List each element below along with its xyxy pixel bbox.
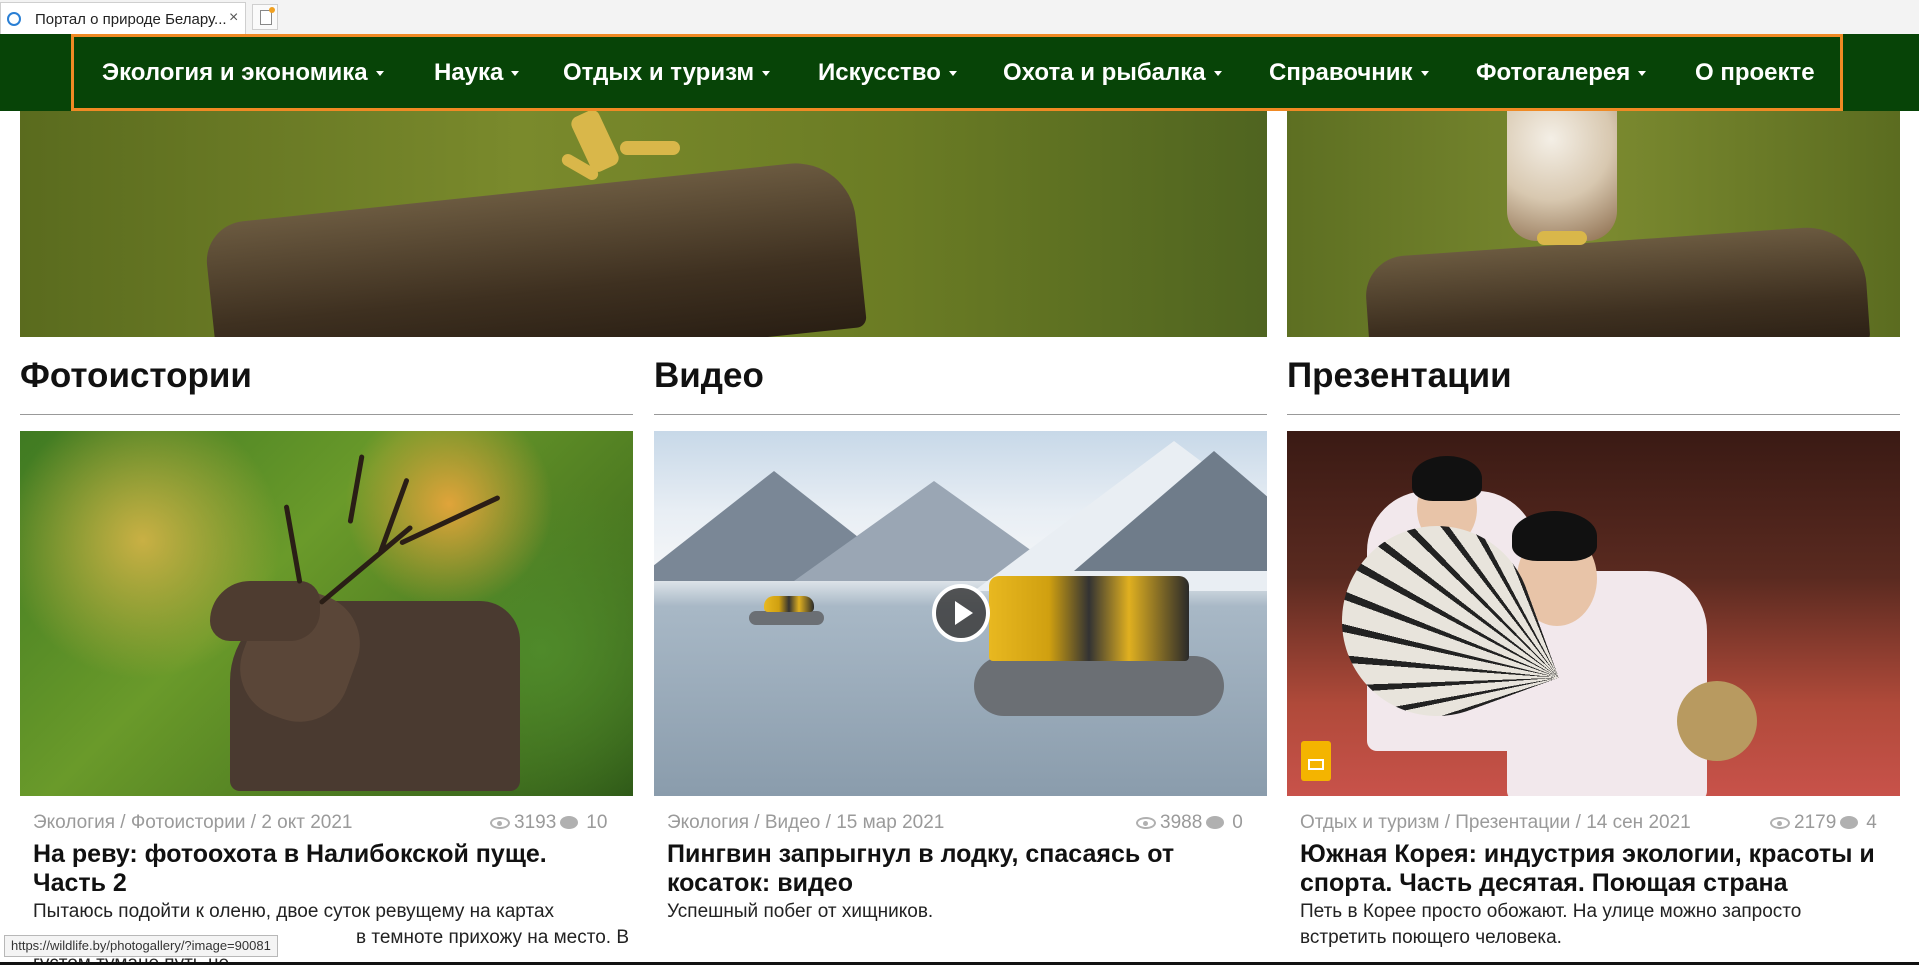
caret-down-icon bbox=[1420, 71, 1429, 77]
ie-favicon-icon bbox=[7, 12, 21, 26]
views-count: 3193 bbox=[514, 812, 557, 833]
card-title[interactable]: На реву: фотоохота в Налибокской пуще. Ч… bbox=[33, 840, 623, 898]
card-meta: Экология / Фотоистории / 2 окт 2021 bbox=[33, 812, 353, 833]
caret-down-icon bbox=[1638, 71, 1647, 77]
card-meta: Экология / Видео / 15 мар 2021 bbox=[667, 812, 945, 833]
zodiac-boat-shape bbox=[974, 656, 1224, 716]
status-bar-url: https://wildlife.by/photogallery/?image=… bbox=[4, 935, 278, 957]
card-title[interactable]: Южная Корея: индустрия экологии, красоты… bbox=[1300, 840, 1890, 898]
card-meta: Отдых и туризм / Презентации / 14 сен 20… bbox=[1300, 812, 1691, 833]
log-shape bbox=[202, 157, 868, 337]
tab-close-icon[interactable]: × bbox=[229, 9, 238, 27]
comment-icon bbox=[560, 816, 579, 830]
nav-item-label: Охота и рыбалка bbox=[1003, 59, 1206, 86]
nav-item-art[interactable]: Искусство bbox=[818, 59, 957, 87]
nav-item-reference[interactable]: Справочник bbox=[1269, 59, 1429, 87]
card-image-deer[interactable] bbox=[20, 431, 633, 796]
bird-claw-shape bbox=[620, 141, 680, 155]
browser-tab-title: Портал о природе Белару... bbox=[35, 11, 227, 28]
small-boat-people-shape bbox=[764, 596, 814, 612]
eye-icon bbox=[1770, 816, 1790, 829]
hero-image-hawk-on-log[interactable] bbox=[20, 111, 1267, 337]
cymbal-shape bbox=[1677, 681, 1757, 761]
caret-down-icon bbox=[511, 71, 520, 77]
nav-item-label: Экология и экономика bbox=[102, 59, 368, 86]
card-image-korea-presentation[interactable] bbox=[1287, 431, 1900, 796]
card-title[interactable]: Пингвин запрыгнул в лодку, спасаясь от к… bbox=[667, 840, 1257, 898]
new-tab-button[interactable] bbox=[252, 4, 278, 30]
card-description: Пытаюсь подойти к оленю, двое суток реву… bbox=[33, 901, 555, 922]
mountain-shape bbox=[1074, 451, 1267, 571]
section-title-photostories[interactable]: Фотоистории bbox=[20, 356, 252, 396]
eye-icon bbox=[1136, 816, 1156, 829]
browser-tab-strip: Портал о природе Белару... × bbox=[0, 0, 1919, 35]
comments-count: 4 bbox=[1866, 812, 1877, 833]
bird-body-shape bbox=[1507, 111, 1617, 241]
section-title-presentations[interactable]: Презентации bbox=[1287, 356, 1512, 396]
nav-item-label: О проекте bbox=[1695, 59, 1815, 86]
comments-count: 10 bbox=[586, 812, 608, 833]
nav-item-leisure-tourism[interactable]: Отдых и туризм bbox=[563, 59, 771, 87]
card-image-penguin-video[interactable] bbox=[654, 431, 1267, 796]
nav-item-photogallery[interactable]: Фотогалерея bbox=[1476, 59, 1647, 87]
deer-head-shape bbox=[210, 581, 320, 641]
eye-icon bbox=[490, 816, 510, 829]
caret-down-icon bbox=[948, 71, 957, 77]
caret-down-icon bbox=[1213, 71, 1222, 77]
zodiac-people-shape bbox=[989, 576, 1189, 661]
nav-item-science[interactable]: Наука bbox=[434, 59, 520, 87]
play-icon[interactable] bbox=[932, 584, 990, 642]
comment-icon bbox=[1206, 816, 1225, 830]
nav-item-ecology-economy[interactable]: Экология и экономика bbox=[102, 59, 384, 87]
nav-item-label: Искусство bbox=[818, 59, 941, 86]
caret-down-icon bbox=[375, 71, 384, 77]
comments-count: 0 bbox=[1232, 812, 1243, 833]
card-stats: 3988 0 bbox=[1136, 812, 1243, 834]
new-tab-icon bbox=[260, 7, 275, 25]
small-boat-shape bbox=[749, 611, 824, 625]
card-description: Успешный побег от хищников. bbox=[667, 901, 934, 922]
card-description: Петь в Корее просто обожают. На улице мо… bbox=[1300, 901, 1802, 948]
section-divider bbox=[1287, 414, 1900, 415]
main-nav-menu: Экология и экономика Наука Отдых и туриз… bbox=[71, 34, 1843, 111]
presentation-slides-icon bbox=[1301, 741, 1331, 781]
section-divider bbox=[654, 414, 1267, 415]
views-count: 2179 bbox=[1794, 812, 1837, 833]
caret-down-icon bbox=[762, 71, 771, 77]
section-title-video[interactable]: Видео bbox=[654, 356, 764, 396]
views-count: 3988 bbox=[1160, 812, 1203, 833]
card-stats: 3193 10 bbox=[490, 812, 607, 834]
dancer-hair-shape bbox=[1412, 456, 1482, 501]
log-shape bbox=[1363, 223, 1871, 337]
nav-item-about[interactable]: О проекте bbox=[1695, 59, 1815, 87]
nav-item-hunting-fishing[interactable]: Охота и рыбалка bbox=[1003, 59, 1222, 87]
card-stats: 2179 4 bbox=[1770, 812, 1877, 834]
section-divider bbox=[20, 414, 633, 415]
nav-item-label: Отдых и туризм bbox=[563, 59, 755, 86]
nav-item-label: Фотогалерея bbox=[1476, 59, 1631, 86]
card-description-tail: в темноте прихожу на место. В bbox=[356, 927, 630, 948]
dancer-hair-shape bbox=[1512, 511, 1597, 561]
browser-tab[interactable]: Портал о природе Белару... × bbox=[0, 2, 246, 34]
nav-item-label: Справочник bbox=[1269, 59, 1413, 86]
nav-item-label: Наука bbox=[434, 59, 504, 86]
bird-claw-shape bbox=[1537, 231, 1587, 245]
comment-icon bbox=[1840, 816, 1859, 830]
hero-image-hawk-perched[interactable] bbox=[1287, 111, 1900, 337]
